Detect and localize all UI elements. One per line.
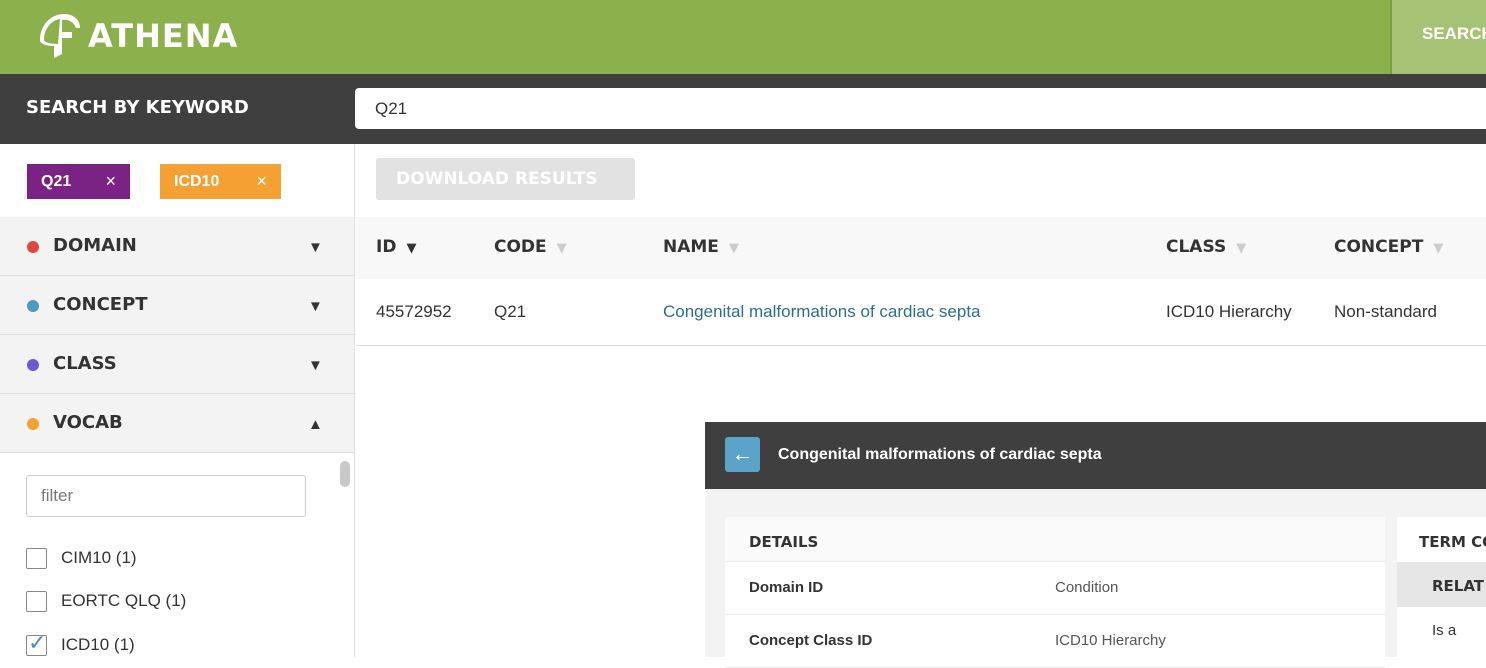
field-key: Domain ID — [749, 579, 824, 596]
details-heading: DETAILS — [725, 517, 1385, 562]
column-label: CONCEPT — [1334, 237, 1424, 257]
vocab-option-icd10[interactable]: ICD10 (1) — [26, 630, 135, 657]
field-key: Concept Class ID — [749, 632, 873, 649]
dot-icon — [27, 241, 39, 253]
active-filter-chips: Q21 × ICD10 × — [0, 144, 354, 217]
cell-class: ICD10 Hierarchy — [1166, 302, 1292, 321]
chip-label: ICD10 — [174, 172, 220, 190]
sort-icon: ▼ — [1433, 241, 1444, 256]
table-header: ID ▼ CODE ▼ NAME ▼ CLASS ▼ CONCEPT ▼ — [356, 217, 1486, 279]
top-header: ATHENA SEARCH — [0, 0, 1486, 74]
concept-name-link[interactable]: Congenital malformations of cardiac sept… — [663, 302, 981, 322]
facet-domain[interactable]: DOMAIN ▼ — [0, 217, 354, 276]
cell-id: 45572952 — [376, 302, 452, 321]
detail-header: ← Congenital malformations of cardiac se… — [705, 422, 1486, 489]
sort-icon: ▼ — [1236, 241, 1247, 256]
vocab-filter-input[interactable] — [26, 475, 306, 517]
app-name: ATHENA — [88, 17, 239, 55]
spartan-helmet-icon — [40, 14, 80, 58]
facet-vocab[interactable]: VOCAB ▲ — [0, 394, 354, 453]
relationship-column-header: RELAT — [1397, 562, 1486, 607]
column-label: ID — [376, 237, 397, 257]
concept-detail-panel: ← Congenital malformations of cardiac se… — [705, 422, 1486, 668]
close-icon[interactable]: × — [105, 171, 116, 192]
facet-concept[interactable]: CONCEPT ▼ — [0, 276, 354, 335]
checkbox[interactable] — [26, 547, 47, 569]
back-arrow-icon[interactable]: ← — [725, 437, 760, 472]
scrollbar[interactable] — [340, 453, 350, 659]
column-label: CODE — [494, 237, 547, 257]
checkbox-checked[interactable] — [26, 630, 47, 656]
search-by-keyword-label: SEARCH BY KEYWORD — [26, 97, 249, 118]
cell-code: Q21 — [494, 302, 527, 321]
detail-row-domain-id: Domain ID Condition — [725, 562, 1385, 615]
sort-icon: ▼ — [728, 241, 739, 256]
term-connections-card: TERM CO RELAT Is a — [1397, 517, 1486, 657]
top-search-button[interactable]: SEARCH — [1390, 0, 1486, 74]
cell-concept: Non-standard — [1334, 302, 1438, 321]
facet-label: DOMAIN — [53, 235, 137, 256]
download-results-button[interactable]: DOWNLOAD RESULTS — [376, 158, 635, 200]
column-label: NAME — [663, 237, 719, 257]
option-label: CIM10 (1) — [61, 548, 137, 567]
detail-row-concept-class-id: Concept Class ID ICD10 Hierarchy — [725, 615, 1385, 668]
details-card: DETAILS Domain ID Condition Concept Clas… — [725, 517, 1385, 668]
athena-logo[interactable]: ATHENA — [32, 10, 242, 62]
chip-icd10[interactable]: ICD10 × — [160, 164, 281, 199]
chevron-down-icon[interactable]: ▼ — [308, 357, 323, 374]
dot-icon — [27, 300, 39, 312]
column-header-concept[interactable]: CONCEPT ▼ — [1334, 237, 1443, 257]
keyword-search-input[interactable] — [355, 88, 1486, 129]
facet-class[interactable]: CLASS ▼ — [0, 335, 354, 394]
detail-title: Congenital malformations of cardiac sept… — [778, 446, 1102, 463]
chip-label: Q21 — [41, 172, 72, 190]
relationship-row[interactable]: Is a — [1397, 607, 1486, 639]
column-header-name[interactable]: NAME ▼ — [663, 237, 739, 257]
column-label: CLASS — [1166, 237, 1227, 257]
column-header-id[interactable]: ID ▼ — [376, 237, 416, 257]
sort-icon: ▼ — [556, 241, 567, 256]
vocab-option-eortc-qlq[interactable]: EORTC QLQ (1) — [26, 589, 186, 613]
option-label: ICD10 (1) — [61, 635, 135, 654]
filter-sidebar: Q21 × ICD10 × DOMAIN ▼ CONCEPT ▼ CLASS ▼… — [0, 144, 355, 659]
search-bar: SEARCH BY KEYWORD — [0, 74, 1486, 144]
table-row[interactable]: 45572952 Q21 Congenital malformations of… — [356, 279, 1486, 346]
chevron-up-icon[interactable]: ▲ — [308, 416, 323, 433]
facet-label: VOCAB — [53, 412, 123, 433]
option-label: EORTC QLQ (1) — [61, 591, 187, 610]
close-icon[interactable]: × — [256, 171, 267, 192]
dot-icon — [27, 359, 39, 371]
sort-desc-icon: ▼ — [406, 241, 417, 256]
column-header-code[interactable]: CODE ▼ — [494, 237, 567, 257]
chevron-down-icon[interactable]: ▼ — [308, 239, 323, 256]
term-connections-heading: TERM CO — [1419, 533, 1486, 551]
scrollbar-thumb[interactable] — [340, 461, 350, 487]
column-header-class[interactable]: CLASS ▼ — [1166, 237, 1246, 257]
vocab-options-panel: CIM10 (1) EORTC QLQ (1) ICD10 (1) — [0, 453, 354, 659]
dot-icon — [27, 418, 39, 430]
checkbox[interactable] — [26, 590, 47, 612]
field-value: Condition — [1055, 579, 1119, 596]
chip-q21[interactable]: Q21 × — [27, 164, 130, 199]
vocab-option-cim10[interactable]: CIM10 (1) — [26, 546, 137, 570]
chevron-down-icon[interactable]: ▼ — [308, 298, 323, 315]
facet-label: CONCEPT — [53, 294, 148, 315]
field-value: ICD10 Hierarchy — [1055, 632, 1166, 649]
detail-body: DETAILS Domain ID Condition Concept Clas… — [705, 489, 1486, 668]
facet-label: CLASS — [53, 353, 117, 374]
